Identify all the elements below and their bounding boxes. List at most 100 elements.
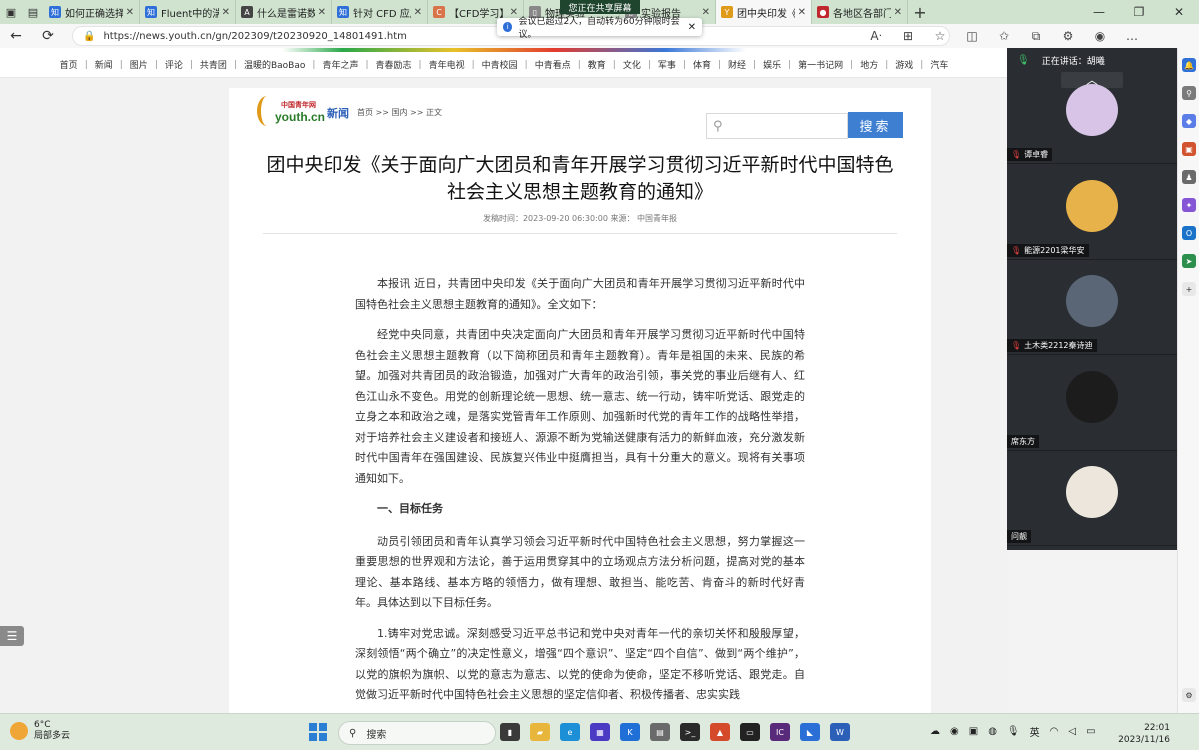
nav-link[interactable]: 青年电视 xyxy=(422,58,472,71)
search-icon[interactable]: ⚲ xyxy=(1182,86,1196,100)
tab-close-icon[interactable]: ✕ xyxy=(702,7,710,18)
tab-close-icon[interactable]: ✕ xyxy=(126,7,134,18)
intellij-icon[interactable]: IC xyxy=(770,723,790,741)
meeting-app-icon[interactable]: ◣ xyxy=(800,723,820,741)
tab-8[interactable]: ● 各地区各部门 ✕ xyxy=(812,0,908,24)
minimize-icon[interactable]: — xyxy=(1079,5,1119,19)
weather-widget[interactable]: 6°C 局部多云 xyxy=(10,720,70,742)
nav-link[interactable]: 教育 xyxy=(581,58,613,71)
screen-share-indicator[interactable]: 您正在共享屏幕 xyxy=(560,0,640,14)
section-label[interactable]: 新闻 xyxy=(327,105,349,121)
nav-link[interactable]: 新闻 xyxy=(88,58,120,71)
briefcase-icon[interactable]: ▣ xyxy=(1182,142,1196,156)
participant-tile[interactable]: 问靓 xyxy=(1007,452,1177,546)
store-icon[interactable]: ▦ xyxy=(590,723,610,741)
nav-link[interactable]: 中青看点 xyxy=(528,58,578,71)
tab-close-icon[interactable]: ✕ xyxy=(222,7,230,18)
read-aloud-icon[interactable]: Aᐧ xyxy=(860,29,892,43)
participant-tile[interactable]: 🎙 能源2201梁华安 xyxy=(1007,166,1177,260)
nav-link[interactable]: 青年之声 xyxy=(315,58,365,71)
nav-link[interactable]: 文化 xyxy=(616,58,648,71)
tab-close-icon[interactable]: ✕ xyxy=(894,7,902,18)
taskbar-search[interactable]: ⚲ 搜索 xyxy=(338,721,496,745)
nav-link[interactable]: 评论 xyxy=(158,58,190,71)
tab-1[interactable]: 知 Fluent中的湍 ✕ xyxy=(140,0,236,24)
nav-link[interactable]: 青春励志 xyxy=(369,58,419,71)
tray-cloud-icon[interactable]: ☁ xyxy=(930,726,940,737)
settings-icon[interactable]: ⚙ xyxy=(1182,688,1196,702)
nav-link[interactable]: 军事 xyxy=(651,58,683,71)
tab-7[interactable]: Y 团中央印发《 ✕ xyxy=(716,0,812,24)
tab-close-icon[interactable]: ✕ xyxy=(414,7,422,18)
wifi-icon[interactable]: ◠ xyxy=(1050,726,1059,737)
tray-wechat-icon[interactable]: ◍ xyxy=(988,726,997,737)
nav-link[interactable]: 第一书记网 xyxy=(791,58,850,71)
nav-link[interactable]: 体育 xyxy=(686,58,718,71)
split-screen-icon[interactable]: ◫ xyxy=(956,29,988,43)
battery-icon[interactable]: ▭ xyxy=(1086,726,1095,737)
favorites-icon[interactable]: ✩ xyxy=(988,29,1020,43)
nav-link[interactable]: 财经 xyxy=(721,58,753,71)
tab-close-icon[interactable]: ✕ xyxy=(318,7,326,18)
terminal-icon[interactable]: >_ xyxy=(680,723,700,741)
k-app-icon[interactable]: K xyxy=(620,723,640,741)
nav-link[interactable]: 中青校园 xyxy=(475,58,525,71)
tag-icon[interactable]: ◆ xyxy=(1182,114,1196,128)
collections-icon[interactable]: ⧉ xyxy=(1020,29,1052,44)
search-button[interactable]: 搜索 xyxy=(848,112,903,138)
site-logo[interactable]: 中国青年网 youth.cn xyxy=(257,96,325,132)
send-icon[interactable]: ➤ xyxy=(1182,254,1196,268)
search-input[interactable]: ⚲ xyxy=(706,113,848,139)
nav-link[interactable]: 共青团 xyxy=(193,58,234,71)
nav-link[interactable]: 汽车 xyxy=(923,58,955,71)
participant-tile[interactable]: 🎙 土木类2212秦诗迪 xyxy=(1007,261,1177,355)
breadcrumb[interactable]: 首页 >> 国内 >> 正文 xyxy=(357,107,442,118)
app-available-icon[interactable]: ⊞ xyxy=(892,29,924,43)
outlook-icon[interactable]: O xyxy=(1182,226,1196,240)
chess-icon[interactable]: ♟ xyxy=(1182,170,1196,184)
tab-close-icon[interactable]: ✕ xyxy=(798,7,806,18)
add-icon[interactable]: + xyxy=(1182,282,1196,296)
calculator-icon[interactable]: ▤ xyxy=(650,723,670,741)
back-icon[interactable]: ← xyxy=(0,24,32,48)
clock[interactable]: 22:01 2023/11/16 xyxy=(1118,722,1170,746)
tab-2[interactable]: A 什么是雷诺数 ✕ xyxy=(236,0,332,24)
participant-tile[interactable]: 🎙 谭卓睿 xyxy=(1007,70,1177,164)
refresh-icon[interactable]: ⟳ xyxy=(32,24,64,48)
volume-icon[interactable]: ◁ xyxy=(1068,726,1076,737)
close-window-icon[interactable]: ✕ xyxy=(1159,5,1199,19)
tray-mic-icon[interactable]: 🎙 xyxy=(1007,726,1020,737)
favorite-star-icon[interactable]: ☆ xyxy=(924,29,956,43)
copilot-icon[interactable]: ✦ xyxy=(1182,198,1196,212)
file-explorer-icon[interactable]: ▰ xyxy=(530,723,550,741)
nav-link[interactable]: 首页 xyxy=(53,58,85,71)
tab-actions-icon[interactable]: ▤ xyxy=(22,0,44,24)
profile-avatar[interactable]: ◉ xyxy=(1084,29,1116,43)
more-icon[interactable]: … xyxy=(1116,29,1148,43)
participant-tile[interactable]: 席东方 xyxy=(1007,357,1177,451)
close-icon[interactable]: ✕ xyxy=(688,22,696,33)
new-tab-button[interactable]: + xyxy=(908,0,932,24)
nav-link[interactable]: 游戏 xyxy=(888,58,920,71)
workspaces-icon[interactable]: ▣ xyxy=(0,0,22,24)
bell-icon[interactable]: 🔔 xyxy=(1182,58,1196,72)
task-view-icon[interactable]: ▮ xyxy=(500,723,520,741)
tray-lang[interactable]: 英 xyxy=(1030,724,1040,739)
tab-0[interactable]: 知如何正确选择 ✕ xyxy=(44,0,140,24)
word-icon[interactable]: W xyxy=(830,723,850,741)
app-icon[interactable]: ▲ xyxy=(710,723,730,741)
maximize-icon[interactable]: ❐ xyxy=(1119,5,1159,19)
nav-link[interactable]: 温暖的BaoBao xyxy=(237,58,312,71)
tray-gpu-icon[interactable]: ▣ xyxy=(969,726,978,737)
windows-start-icon[interactable] xyxy=(309,723,327,741)
floating-menu-icon[interactable]: ☰ xyxy=(0,626,24,646)
nav-link[interactable]: 娱乐 xyxy=(756,58,788,71)
nav-link[interactable]: 地方 xyxy=(853,58,885,71)
nav-link[interactable]: 图片 xyxy=(123,58,155,71)
tab-3[interactable]: 知针对 CFD 应用✕ xyxy=(332,0,428,24)
edge-icon[interactable]: e xyxy=(560,723,580,741)
monitor-icon[interactable]: ▭ xyxy=(740,723,760,741)
tray-app-icon[interactable]: ◉ xyxy=(950,726,959,737)
extensions-icon[interactable]: ⚙ xyxy=(1052,29,1084,43)
tab-close-icon[interactable]: ✕ xyxy=(510,7,518,18)
